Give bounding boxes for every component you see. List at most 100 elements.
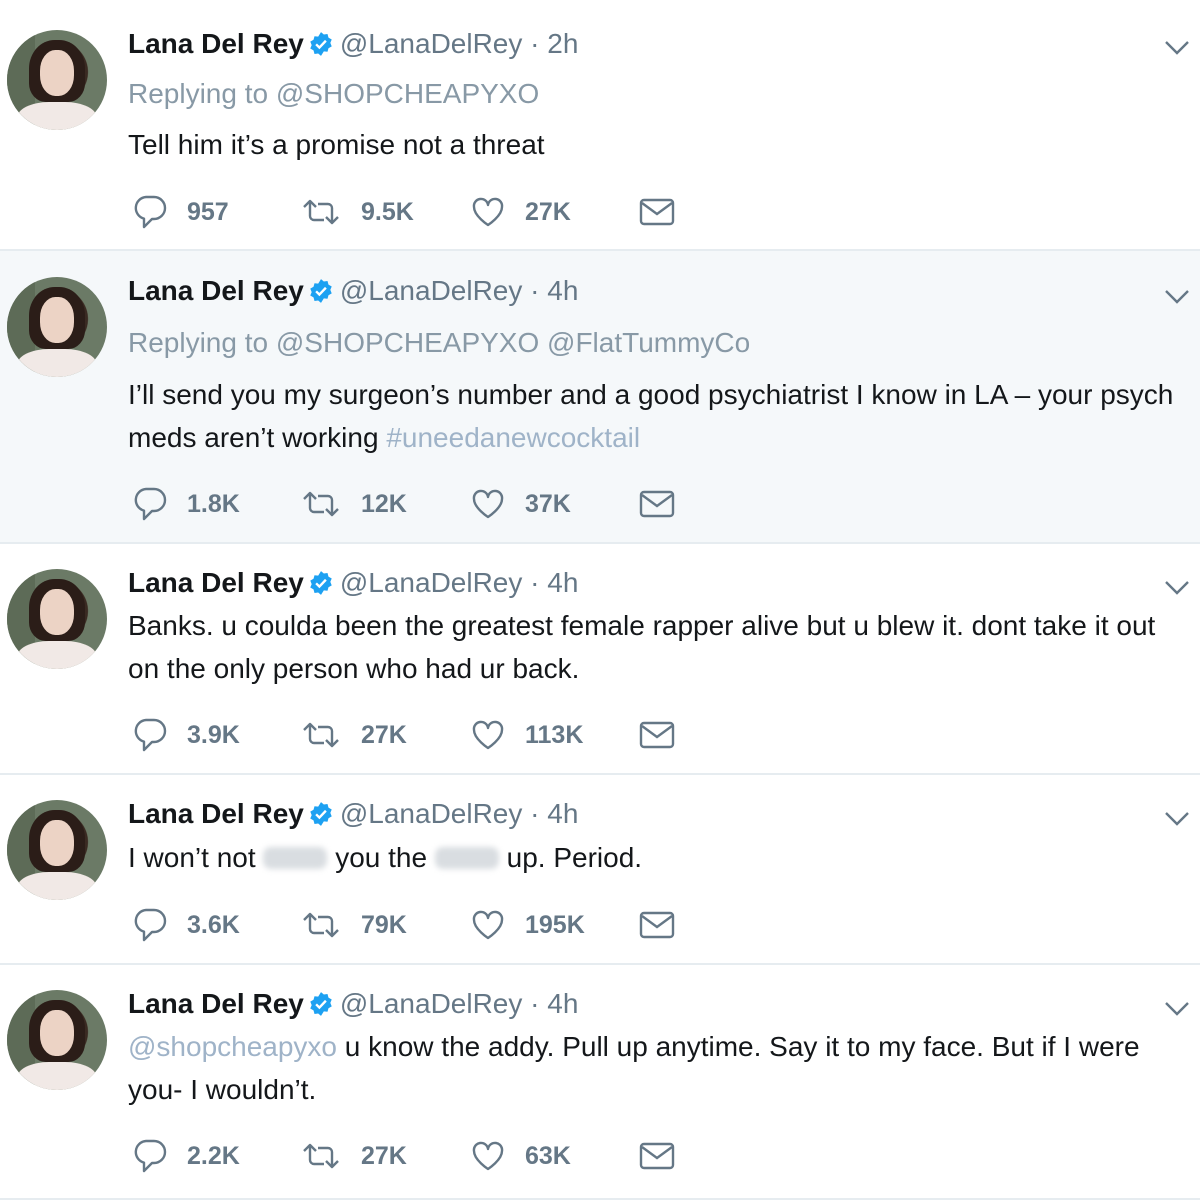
tweet-actions: 3.9K 27K 113K <box>133 715 693 755</box>
tweet-header: Lana Del Rey @LanaDelRey · 2h <box>128 28 578 60</box>
tweet-text: Banks. u coulda been the greatest female… <box>128 610 1156 684</box>
author-handle[interactable]: @LanaDelRey <box>340 28 523 59</box>
reply-count: 3.9K <box>187 720 240 749</box>
separator-dot: · <box>530 988 540 1019</box>
timestamp[interactable]: 4h <box>547 988 578 1019</box>
retweet-button[interactable]: 27K <box>301 1136 407 1176</box>
envelope-icon <box>639 721 675 749</box>
tweet-3[interactable]: Lana Del Rey @LanaDelRey · 4h Banks. u co… <box>0 544 1200 775</box>
envelope-icon <box>639 490 675 518</box>
tweet-header: Lana Del Rey @LanaDelRey · 4h <box>128 567 578 599</box>
author-handle[interactable]: @LanaDelRey <box>340 988 523 1019</box>
like-button[interactable]: 113K <box>471 715 583 755</box>
reply-icon <box>134 1139 167 1173</box>
reply-count: 2.2K <box>187 1141 240 1170</box>
reply-count: 957 <box>187 197 229 226</box>
tweet-text: @shopcheapyxo u know the addy. Pull up a… <box>128 1025 1183 1111</box>
author-handle[interactable]: @LanaDelRey <box>340 567 523 598</box>
author-handle[interactable]: @LanaDelRey <box>340 798 523 829</box>
like-button[interactable]: 63K <box>471 1136 571 1176</box>
retweet-button[interactable]: 27K <box>301 715 407 755</box>
heart-icon <box>472 1141 504 1171</box>
like-count: 113K <box>525 720 584 749</box>
direct-message-button[interactable] <box>639 192 675 232</box>
avatar[interactable] <box>7 30 107 130</box>
chevron-down-icon[interactable] <box>1164 40 1190 56</box>
mention-link[interactable]: @shopcheapyxo <box>128 1031 337 1062</box>
tweet-2[interactable]: Lana Del Rey @LanaDelRey · 4h Replying to… <box>0 251 1200 544</box>
reply-icon <box>134 487 167 521</box>
reply-count: 1.8K <box>187 489 240 518</box>
like-button[interactable]: 37K <box>471 484 571 524</box>
retweet-button[interactable]: 9.5K <box>301 192 414 232</box>
like-button[interactable]: 27K <box>471 192 571 232</box>
tweet-actions: 957 9.5K 27K <box>133 192 693 232</box>
tweet-5[interactable]: Lana Del Rey @LanaDelRey · 4h @shopcheapy… <box>0 965 1200 1200</box>
avatar[interactable] <box>7 990 107 1090</box>
tweet-text-part-1: I won’t not <box>128 842 256 873</box>
direct-message-button[interactable] <box>639 484 675 524</box>
tweet-header: Lana Del Rey @LanaDelRey · 4h <box>128 988 578 1020</box>
chevron-down-icon[interactable] <box>1164 811 1190 827</box>
direct-message-button[interactable] <box>639 1136 675 1176</box>
author-handle[interactable]: @LanaDelRey <box>340 275 523 306</box>
direct-message-button[interactable] <box>639 715 675 755</box>
author-name[interactable]: Lana Del Rey <box>128 988 304 1019</box>
avatar[interactable] <box>7 569 107 669</box>
author-name[interactable]: Lana Del Rey <box>128 275 304 306</box>
tweet-text-part-2: you the <box>335 842 428 873</box>
replying-mention[interactable]: @SHOPCHEAPYXO @FlatTummyCo <box>276 327 750 358</box>
tweet-1[interactable]: Lana Del Rey @LanaDelRey · 2h Replying to… <box>0 6 1200 251</box>
reply-button[interactable]: 957 <box>133 192 229 232</box>
separator-dot: · <box>530 28 540 59</box>
verified-badge-icon <box>310 32 332 56</box>
avatar[interactable] <box>7 800 107 900</box>
tweet-text: Tell him it’s a promise not a threat <box>128 129 545 160</box>
tweet-text-part-3: up. Period. <box>506 842 643 873</box>
author-name[interactable]: Lana Del Rey <box>128 798 304 829</box>
tweet-text: I won’t not you the up. Period. <box>128 836 1183 879</box>
tweet-header: Lana Del Rey @LanaDelRey · 4h <box>128 275 578 307</box>
reply-button[interactable]: 2.2K <box>133 1136 240 1176</box>
retweet-button[interactable]: 79K <box>301 905 407 945</box>
author-name[interactable]: Lana Del Rey <box>128 567 304 598</box>
retweet-count: 27K <box>361 1141 407 1170</box>
reply-icon <box>134 718 167 752</box>
tweet-4[interactable]: Lana Del Rey @LanaDelRey · 4h I won’t not… <box>0 775 1200 965</box>
like-count: 37K <box>525 489 571 518</box>
direct-message-button[interactable] <box>639 905 675 945</box>
chevron-down-icon[interactable] <box>1164 289 1190 305</box>
timestamp[interactable]: 4h <box>547 275 578 306</box>
replying-mention[interactable]: @SHOPCHEAPYXO <box>276 78 539 109</box>
replying-prefix: Replying to <box>128 78 269 109</box>
timestamp[interactable]: 4h <box>547 567 578 598</box>
timestamp[interactable]: 4h <box>547 798 578 829</box>
retweet-count: 27K <box>361 720 407 749</box>
hashtag-link[interactable]: #uneedanewcocktail <box>386 422 640 453</box>
author-name[interactable]: Lana Del Rey <box>128 28 304 59</box>
heart-icon <box>472 720 504 750</box>
retweet-icon <box>303 722 339 748</box>
verified-badge-icon <box>310 802 332 826</box>
verified-badge-icon <box>310 992 332 1016</box>
retweet-count: 79K <box>361 910 407 939</box>
retweet-count: 9.5K <box>361 197 414 226</box>
censored-word <box>434 847 499 869</box>
replying-to-line: Replying to @SHOPCHEAPYXO <box>128 78 539 110</box>
reply-button[interactable]: 3.6K <box>133 905 240 945</box>
reply-count: 3.6K <box>187 910 240 939</box>
tweet-header: Lana Del Rey @LanaDelRey · 4h <box>128 798 578 830</box>
retweet-icon <box>303 912 339 938</box>
reply-button[interactable]: 1.8K <box>133 484 240 524</box>
envelope-icon <box>639 911 675 939</box>
like-count: 195K <box>525 910 585 939</box>
reply-button[interactable]: 3.9K <box>133 715 240 755</box>
heart-icon <box>472 910 504 940</box>
timestamp[interactable]: 2h <box>547 28 578 59</box>
verified-badge-icon <box>310 279 332 303</box>
chevron-down-icon[interactable] <box>1164 1001 1190 1017</box>
like-button[interactable]: 195K <box>471 905 585 945</box>
retweet-button[interactable]: 12K <box>301 484 407 524</box>
chevron-down-icon[interactable] <box>1164 580 1190 596</box>
avatar[interactable] <box>7 277 107 377</box>
